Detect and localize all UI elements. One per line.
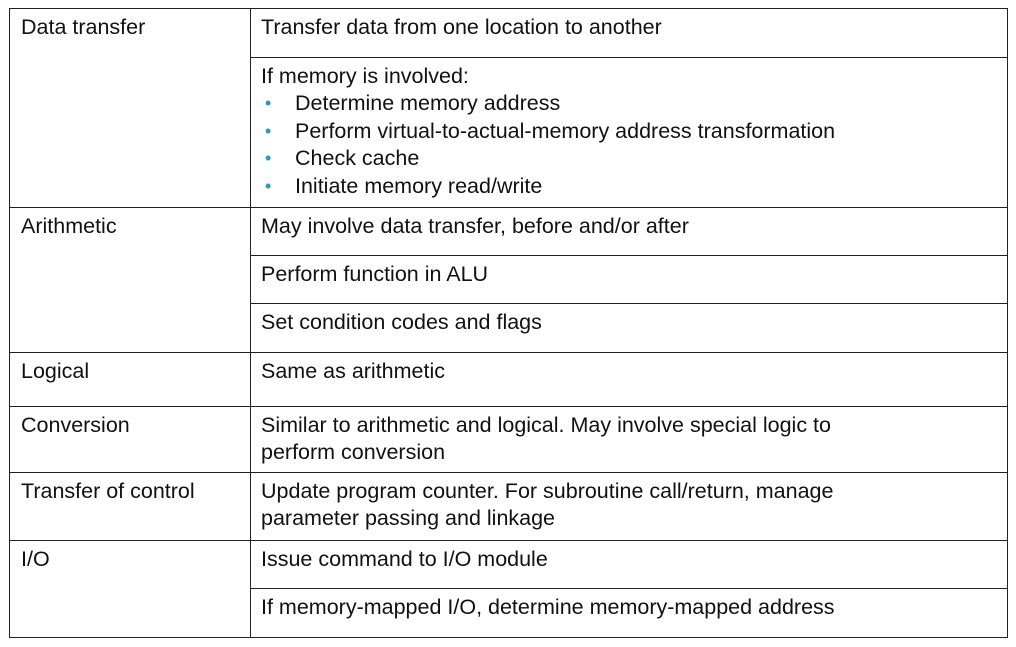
- table-row: Transfer of control Update program count…: [9, 472, 1008, 541]
- category-cell: Transfer of control: [9, 472, 251, 541]
- category-cell: Logical: [9, 352, 251, 407]
- table-row: Conversion Similar to arithmetic and log…: [9, 406, 1008, 473]
- action-cell: Issue command to I/O module: [250, 540, 1008, 589]
- table-row: Arithmetic May involve data transfer, be…: [9, 207, 1008, 353]
- operations-table: Data transfer Transfer data from one loc…: [9, 8, 1008, 638]
- bullet-icon: •: [265, 120, 272, 141]
- action-text: perform conversion: [261, 440, 446, 464]
- action-cell: Perform function in ALU: [250, 255, 1008, 304]
- action-text: parameter passing and linkage: [261, 506, 556, 530]
- action-cell: Set condition codes and flags: [250, 303, 1008, 353]
- bullet-icon: •: [265, 175, 272, 196]
- list-item: • Determine memory address: [261, 90, 1007, 118]
- table-row: I/O Issue command to I/O module: [9, 540, 1008, 638]
- bullet-icon: •: [265, 148, 272, 168]
- table-row: Logical Same as arithmetic: [9, 352, 1008, 407]
- category-cell: Arithmetic: [9, 207, 251, 353]
- list-item: • Initiate memory read/write: [261, 173, 1007, 201]
- bullet-list: • Determine memory address • Perform virtu…: [261, 90, 1007, 200]
- action-cell: Update program counter. For subroutine c…: [250, 472, 1008, 541]
- category-cell: I/O: [9, 540, 251, 638]
- action-cell: Same as arithmetic: [250, 352, 1008, 407]
- action-cell: May involve data transfer, before and/or…: [250, 207, 1008, 256]
- action-cell: Similar to arithmetic and logical. May i…: [250, 406, 1008, 473]
- list-item: • Check cache: [261, 145, 1007, 173]
- bullet-icon: •: [265, 93, 272, 113]
- action-text: Update program counter. For subroutine c…: [261, 479, 834, 503]
- action-cell: If memory is involved: • Determine memory…: [250, 57, 1008, 208]
- action-text: Similar to arithmetic and logical. May i…: [261, 413, 831, 437]
- action-cell: If memory-mapped I/O, determine memory-m…: [250, 588, 1008, 638]
- table-row: Data transfer Transfer data from one loc…: [9, 8, 1008, 208]
- action-text: If memory is involved:: [261, 64, 469, 88]
- category-cell: Data transfer: [9, 8, 251, 208]
- list-item: • Perform virtual-to-actual-memory addres…: [261, 118, 1007, 146]
- category-cell: Conversion: [9, 406, 251, 473]
- action-cell: Transfer data from one location to anoth…: [250, 8, 1008, 58]
